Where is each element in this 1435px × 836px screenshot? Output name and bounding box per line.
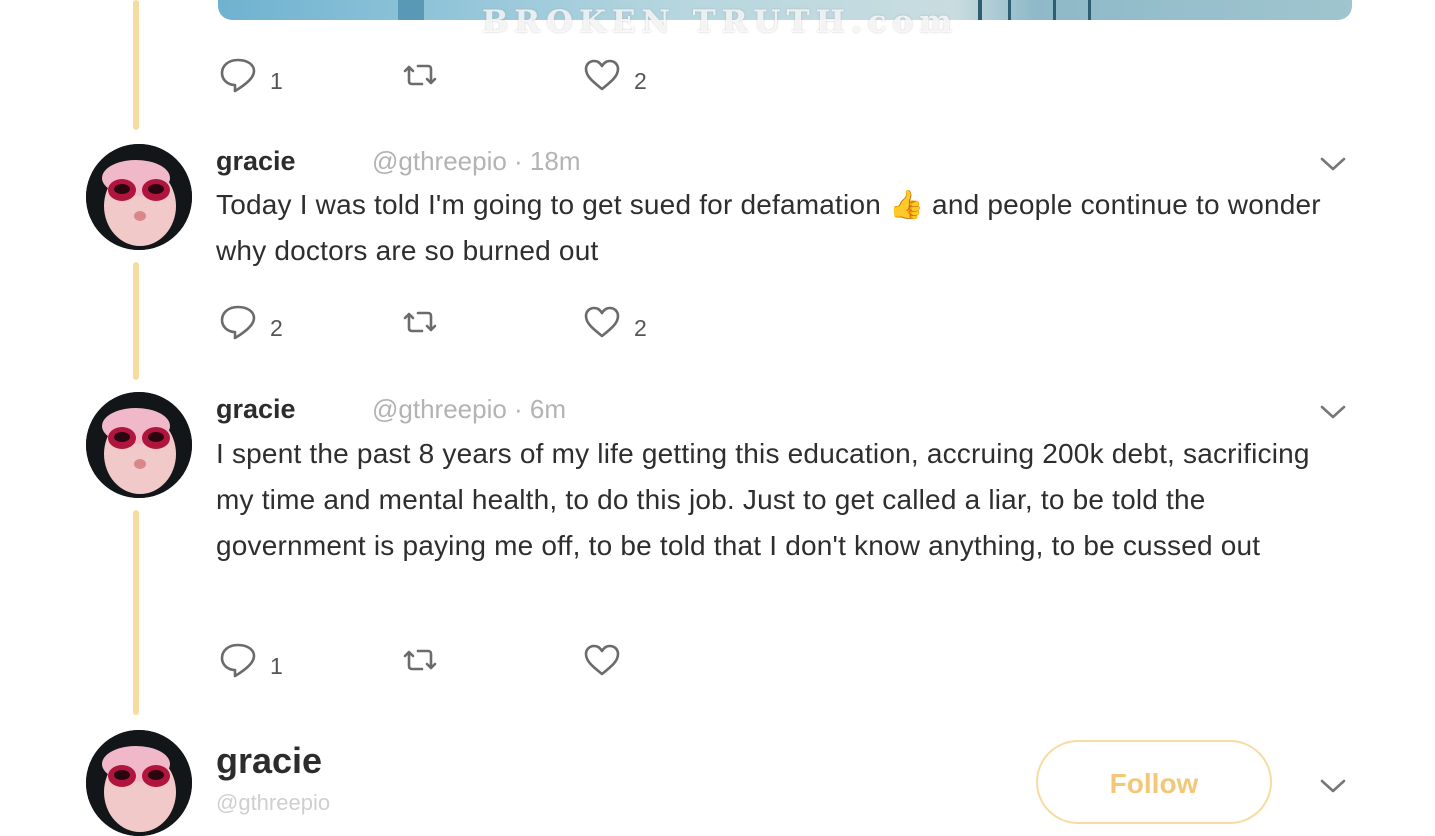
like-button[interactable] [582, 640, 622, 685]
reply-icon [218, 55, 258, 100]
reply-button[interactable]: 2 [218, 302, 283, 347]
avatar[interactable] [86, 730, 192, 836]
reply-icon [218, 640, 258, 685]
retweet-icon [400, 55, 440, 100]
user-handle[interactable]: @gthreepio · 18m [372, 146, 581, 177]
timestamp[interactable]: · 6m [514, 394, 566, 424]
chevron-down-icon[interactable] [1318, 402, 1348, 422]
like-icon [582, 302, 622, 347]
avatar[interactable] [86, 392, 192, 498]
retweet-button[interactable] [400, 302, 440, 347]
timestamp[interactable]: · 18m [514, 146, 580, 176]
like-count: 2 [634, 315, 647, 341]
reply-count: 2 [270, 315, 283, 341]
profile-name[interactable]: gracie [216, 740, 322, 782]
like-button[interactable]: 2 [582, 55, 647, 100]
retweet-icon [400, 302, 440, 347]
like-icon [582, 55, 622, 100]
like-icon [582, 640, 622, 685]
reply-button[interactable]: 1 [218, 55, 283, 100]
reply-button[interactable]: 1 [218, 640, 283, 685]
retweet-button[interactable] [400, 640, 440, 685]
tweet-text: I spent the past 8 years of my life gett… [216, 438, 1310, 561]
like-button[interactable]: 2 [582, 302, 647, 347]
follow-button[interactable]: Follow [1036, 740, 1272, 824]
chevron-down-icon[interactable] [1318, 154, 1348, 174]
retweet-icon [400, 640, 440, 685]
tweet-text-part-1: Today I was told I'm going to get sued f… [216, 189, 889, 220]
user-name[interactable]: gracie [216, 146, 296, 177]
tweet-text: Today I was told I'm going to get sued f… [216, 182, 1326, 274]
profile-handle[interactable]: @gthreepio [216, 790, 330, 816]
handle-text: @gthreepio [372, 146, 507, 176]
reply-count: 1 [270, 68, 283, 94]
handle-text: @gthreepio [372, 394, 507, 424]
reply-icon [218, 302, 258, 347]
retweet-button[interactable] [400, 55, 440, 100]
thread-line-top [133, 0, 139, 130]
thread-line-bottom [133, 510, 139, 715]
thread-line-middle [133, 262, 139, 380]
chevron-down-icon[interactable] [1318, 776, 1348, 796]
watermark: BROKEN TRUTH.com [482, 4, 959, 40]
thumbs-up-icon: 👍 [888, 189, 925, 220]
user-handle[interactable]: @gthreepio · 6m [372, 394, 566, 425]
reply-count: 1 [270, 653, 283, 679]
user-name[interactable]: gracie [216, 394, 296, 425]
avatar[interactable] [86, 144, 192, 250]
like-count: 2 [634, 68, 647, 94]
